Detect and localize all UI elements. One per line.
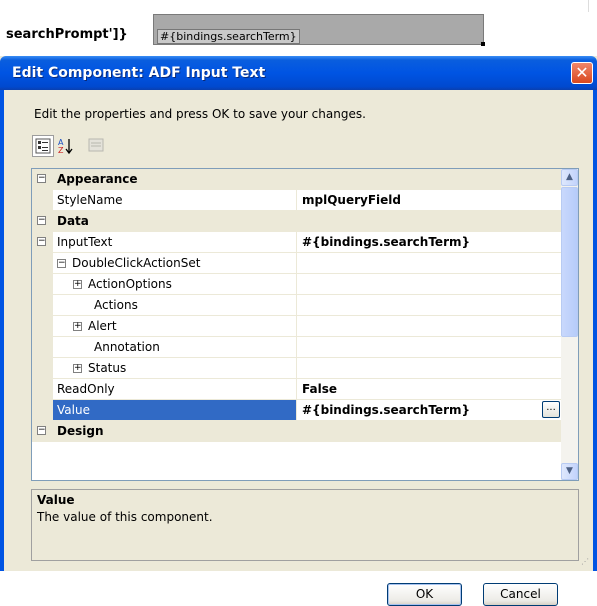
property-label: DoubleClickActionSet [72, 256, 201, 270]
property-name: + ActionOptions [53, 274, 297, 294]
property-name: InputText [53, 232, 297, 252]
ok-button[interactable]: OK [387, 583, 462, 606]
scroll-down-button[interactable]: ▼ [561, 463, 578, 480]
row-gutter [32, 295, 53, 316]
row-gutter [32, 379, 53, 400]
property-category-row[interactable]: − Design [32, 421, 562, 442]
property-value[interactable] [297, 358, 562, 378]
row-gutter [32, 400, 53, 421]
property-value[interactable]: False [297, 379, 562, 399]
resize-grip-icon[interactable]: ⋰ [581, 557, 591, 567]
background-code-text: searchPrompt']} [6, 27, 128, 42]
categorized-view-icon [35, 138, 51, 154]
edit-component-dialog: Edit Component: ADF Input Text ✕ Edit th… [0, 56, 597, 606]
property-name: Appearance [57, 172, 138, 186]
property-label: Alert [88, 319, 117, 333]
property-category-row[interactable]: − Appearance [32, 169, 562, 190]
divider [588, 0, 589, 12]
close-button[interactable]: ✕ [571, 62, 593, 84]
property-row[interactable]: + Alert [32, 316, 562, 337]
collapse-icon[interactable]: − [57, 259, 66, 268]
alphabetical-sort-icon: A Z [58, 138, 73, 155]
instruction-text: Edit the properties and press OK to save… [34, 107, 366, 121]
property-pages-button[interactable] [86, 135, 108, 157]
close-icon: ✕ [575, 63, 589, 82]
property-row[interactable]: − DoubleClickActionSet [32, 253, 562, 274]
property-value[interactable] [297, 316, 562, 336]
expand-icon[interactable]: + [73, 364, 82, 373]
property-name: Annotation [53, 337, 297, 357]
property-rows: − Appearance StyleName mplQueryField − Data − I… [32, 169, 562, 442]
row-gutter [32, 316, 53, 337]
property-name: Data [57, 214, 89, 228]
scroll-thumb[interactable] [561, 187, 578, 337]
property-row[interactable]: StyleName mplQueryField [32, 190, 562, 211]
property-value[interactable] [297, 295, 562, 315]
resize-handle[interactable] [481, 42, 485, 46]
row-gutter: − [32, 169, 53, 190]
chevron-up-icon: ▲ [566, 172, 573, 182]
dialog-titlebar[interactable]: Edit Component: ADF Input Text ✕ [0, 56, 597, 90]
property-value[interactable]: #{bindings.searchTerm} [297, 232, 562, 252]
property-row[interactable]: Value #{bindings.searchTerm}... [32, 400, 562, 421]
svg-text:Z: Z [58, 146, 64, 155]
row-gutter [32, 190, 53, 211]
property-row[interactable]: + Status [32, 358, 562, 379]
row-gutter: − [32, 211, 53, 232]
property-row[interactable]: + ActionOptions [32, 274, 562, 295]
property-pages-icon [88, 138, 104, 152]
dialog-frame-left [0, 90, 4, 571]
property-name: + Status [53, 358, 297, 378]
property-name: Actions [53, 295, 297, 315]
alphabetical-sort-button[interactable]: A Z [55, 135, 77, 157]
collapse-icon[interactable]: − [37, 174, 46, 183]
chevron-down-icon: ▼ [566, 466, 573, 476]
property-category-row[interactable]: − Data [32, 211, 562, 232]
expand-icon[interactable]: + [73, 280, 82, 289]
property-value[interactable]: mplQueryField [297, 190, 562, 210]
description-text: The value of this component. [37, 510, 213, 524]
property-value[interactable] [297, 337, 562, 357]
dialog-title: Edit Component: ADF Input Text [12, 65, 266, 81]
row-gutter [32, 253, 53, 274]
property-value[interactable] [297, 274, 562, 294]
cancel-button[interactable]: Cancel [483, 583, 558, 606]
property-name: − DoubleClickActionSet [53, 253, 297, 273]
property-row[interactable]: − InputText #{bindings.searchTerm} [32, 232, 562, 253]
row-gutter [32, 337, 53, 358]
dialog-frame-right [593, 90, 597, 571]
description-title: Value [37, 493, 75, 507]
description-panel: Value The value of this component. [31, 489, 579, 561]
collapse-icon[interactable]: − [37, 426, 46, 435]
collapse-icon[interactable]: − [37, 216, 46, 225]
background-input-field[interactable]: #{bindings.searchTerm} [153, 14, 485, 46]
scroll-up-button[interactable]: ▲ [561, 169, 578, 186]
collapse-icon[interactable]: − [37, 237, 46, 246]
property-grid[interactable]: − Appearance StyleName mplQueryField − Data − I… [31, 168, 579, 481]
property-row[interactable]: Annotation [32, 337, 562, 358]
vertical-scrollbar[interactable]: ▲ ▼ [561, 169, 578, 480]
row-gutter: − [32, 232, 53, 253]
background-field-value: #{bindings.searchTerm} [157, 29, 300, 44]
row-gutter: − [32, 421, 53, 442]
property-value[interactable] [297, 253, 562, 273]
categorized-view-button[interactable] [32, 135, 54, 157]
property-name: + Alert [53, 316, 297, 336]
expand-icon[interactable]: + [73, 322, 82, 331]
row-gutter [32, 274, 53, 295]
property-label: ActionOptions [88, 277, 172, 291]
ellipsis-button[interactable]: ... [542, 401, 560, 418]
row-gutter [32, 358, 53, 379]
property-name: ReadOnly [53, 379, 297, 399]
property-name: Value [53, 400, 297, 420]
property-label: Status [88, 361, 127, 375]
property-name: Design [57, 424, 104, 438]
property-value[interactable]: #{bindings.searchTerm} [297, 400, 562, 420]
property-row[interactable]: ReadOnly False [32, 379, 562, 400]
property-name: StyleName [53, 190, 297, 210]
property-row[interactable]: Actions [32, 295, 562, 316]
